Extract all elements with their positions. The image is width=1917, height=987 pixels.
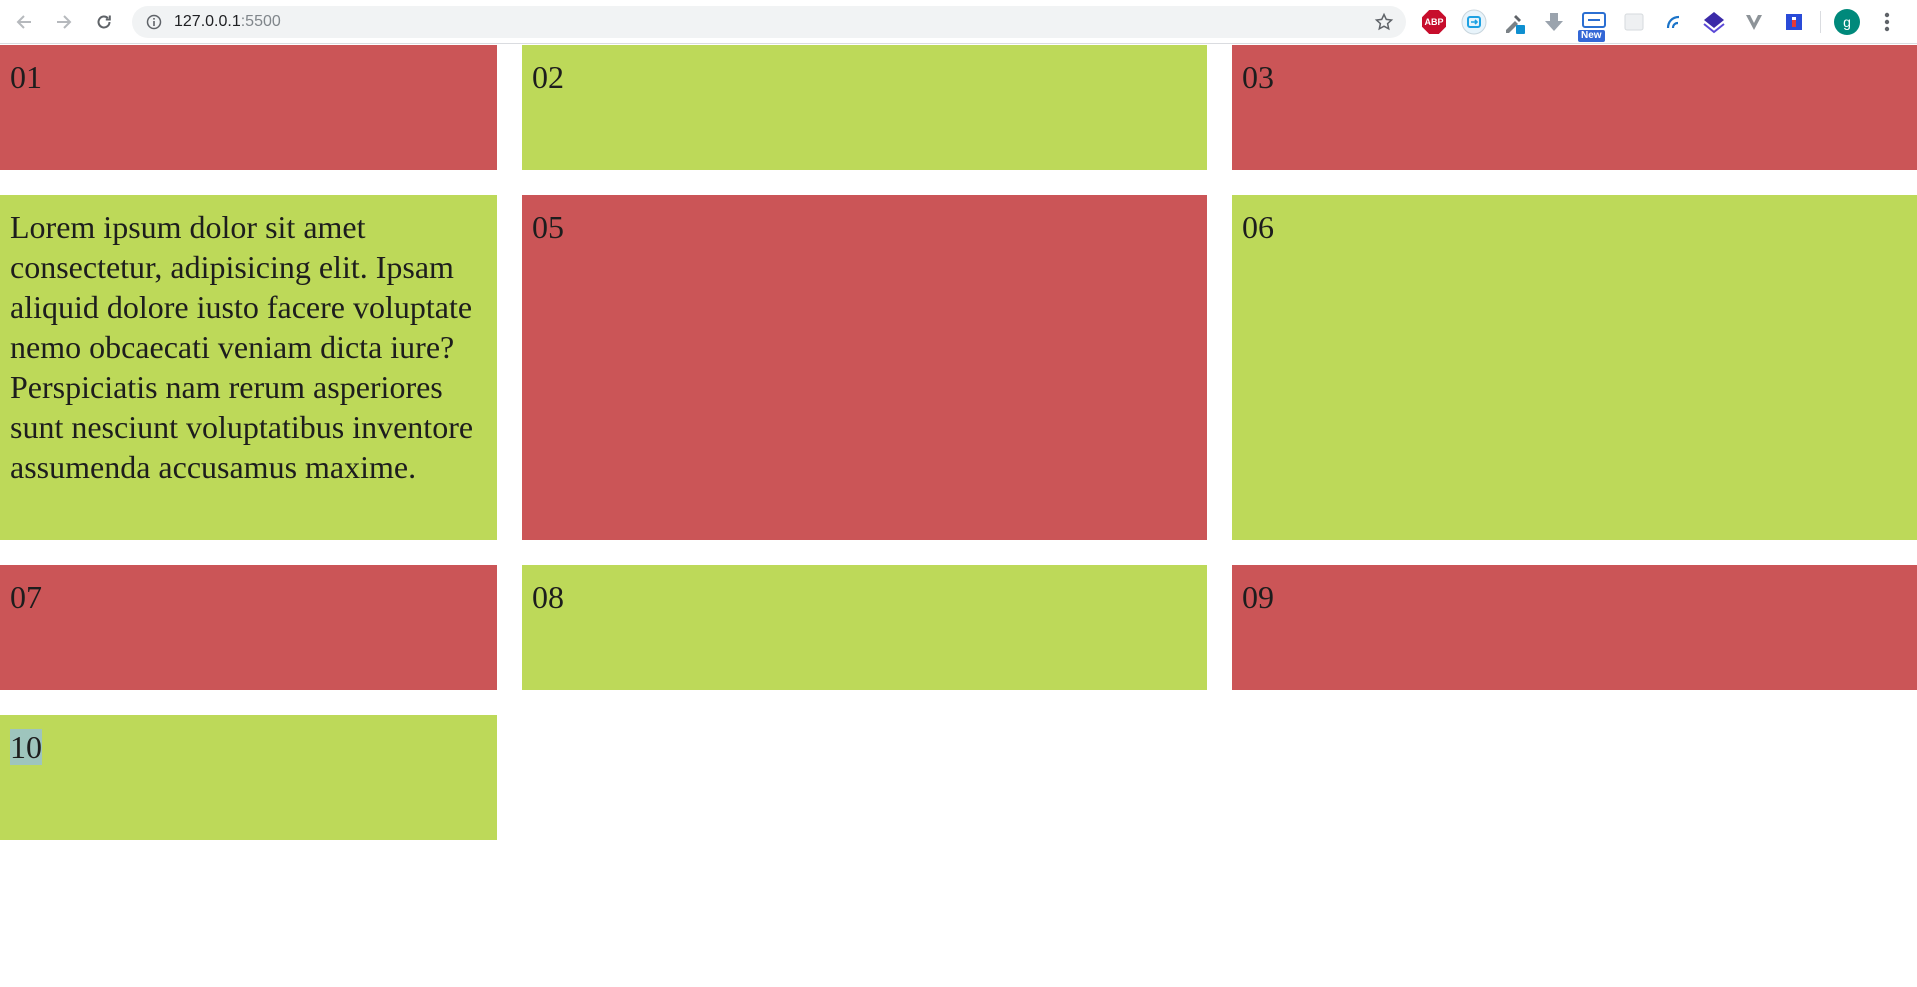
toolbar-separator: [1820, 11, 1821, 33]
grid-item-label: 01: [10, 59, 42, 95]
eyedropper-icon[interactable]: [1500, 8, 1528, 36]
browser-toolbar: 127.0.0.1:5500 ABP New g: [0, 0, 1917, 44]
v-extension-icon[interactable]: [1740, 8, 1768, 36]
url-port: :5500: [240, 13, 281, 30]
grid-item-01: 01: [0, 45, 497, 170]
screen-capture-icon[interactable]: [1460, 8, 1488, 36]
reload-icon[interactable]: [90, 8, 118, 36]
flag-extension-icon[interactable]: [1780, 8, 1808, 36]
curl-extension-icon[interactable]: [1660, 8, 1688, 36]
grid-item-paragraph: Lorem ipsum dolor sit amet consectetur, …: [10, 209, 474, 485]
abp-icon[interactable]: ABP: [1420, 8, 1448, 36]
blank-extension-icon[interactable]: [1620, 8, 1648, 36]
bookmark-star-icon[interactable]: [1374, 12, 1394, 32]
back-arrow-icon[interactable]: [10, 8, 38, 36]
url-text[interactable]: 127.0.0.1:5500: [174, 13, 281, 31]
grid-item-02: 02: [522, 45, 1207, 170]
grid-item-10: 10: [0, 715, 497, 840]
grid-item-label: 08: [532, 579, 564, 615]
forward-arrow-icon[interactable]: [50, 8, 78, 36]
grid-item-09: 09: [1232, 565, 1917, 690]
page-content: 01 02 03 Lorem ipsum dolor sit amet cons…: [0, 45, 1917, 840]
grid-container: 01 02 03 Lorem ipsum dolor sit amet cons…: [0, 45, 1917, 840]
grid-item-05: 05: [522, 195, 1207, 540]
grid-item-label: 09: [1242, 579, 1274, 615]
url-host: 127.0.0.1: [174, 13, 241, 30]
new-badge: New: [1578, 30, 1605, 42]
abp-label: ABP: [1422, 10, 1446, 34]
site-info-icon[interactable]: [146, 14, 162, 30]
grid-item-label: 06: [1242, 209, 1274, 245]
grid-item-06: 06: [1232, 195, 1917, 540]
download-arrow-icon[interactable]: [1540, 8, 1568, 36]
grid-item-04: Lorem ipsum dolor sit amet consectetur, …: [0, 195, 497, 540]
new-extension-icon[interactable]: New: [1578, 8, 1608, 42]
profile-initial: g: [1834, 9, 1860, 35]
grid-item-label: 07: [10, 579, 42, 615]
profile-avatar[interactable]: g: [1833, 8, 1861, 36]
purple-stack-icon[interactable]: [1700, 8, 1728, 36]
grid-item-label: 03: [1242, 59, 1274, 95]
grid-item-label: 05: [532, 209, 564, 245]
grid-item-08: 08: [522, 565, 1207, 690]
grid-item-07: 07: [0, 565, 497, 690]
extensions-bar: ABP New g: [1420, 8, 1913, 42]
grid-item-03: 03: [1232, 45, 1917, 170]
grid-item-label-selected: 10: [10, 729, 42, 765]
address-bar[interactable]: 127.0.0.1:5500: [132, 6, 1406, 38]
menu-kebab-icon[interactable]: [1873, 8, 1901, 36]
grid-item-label: 02: [532, 59, 564, 95]
